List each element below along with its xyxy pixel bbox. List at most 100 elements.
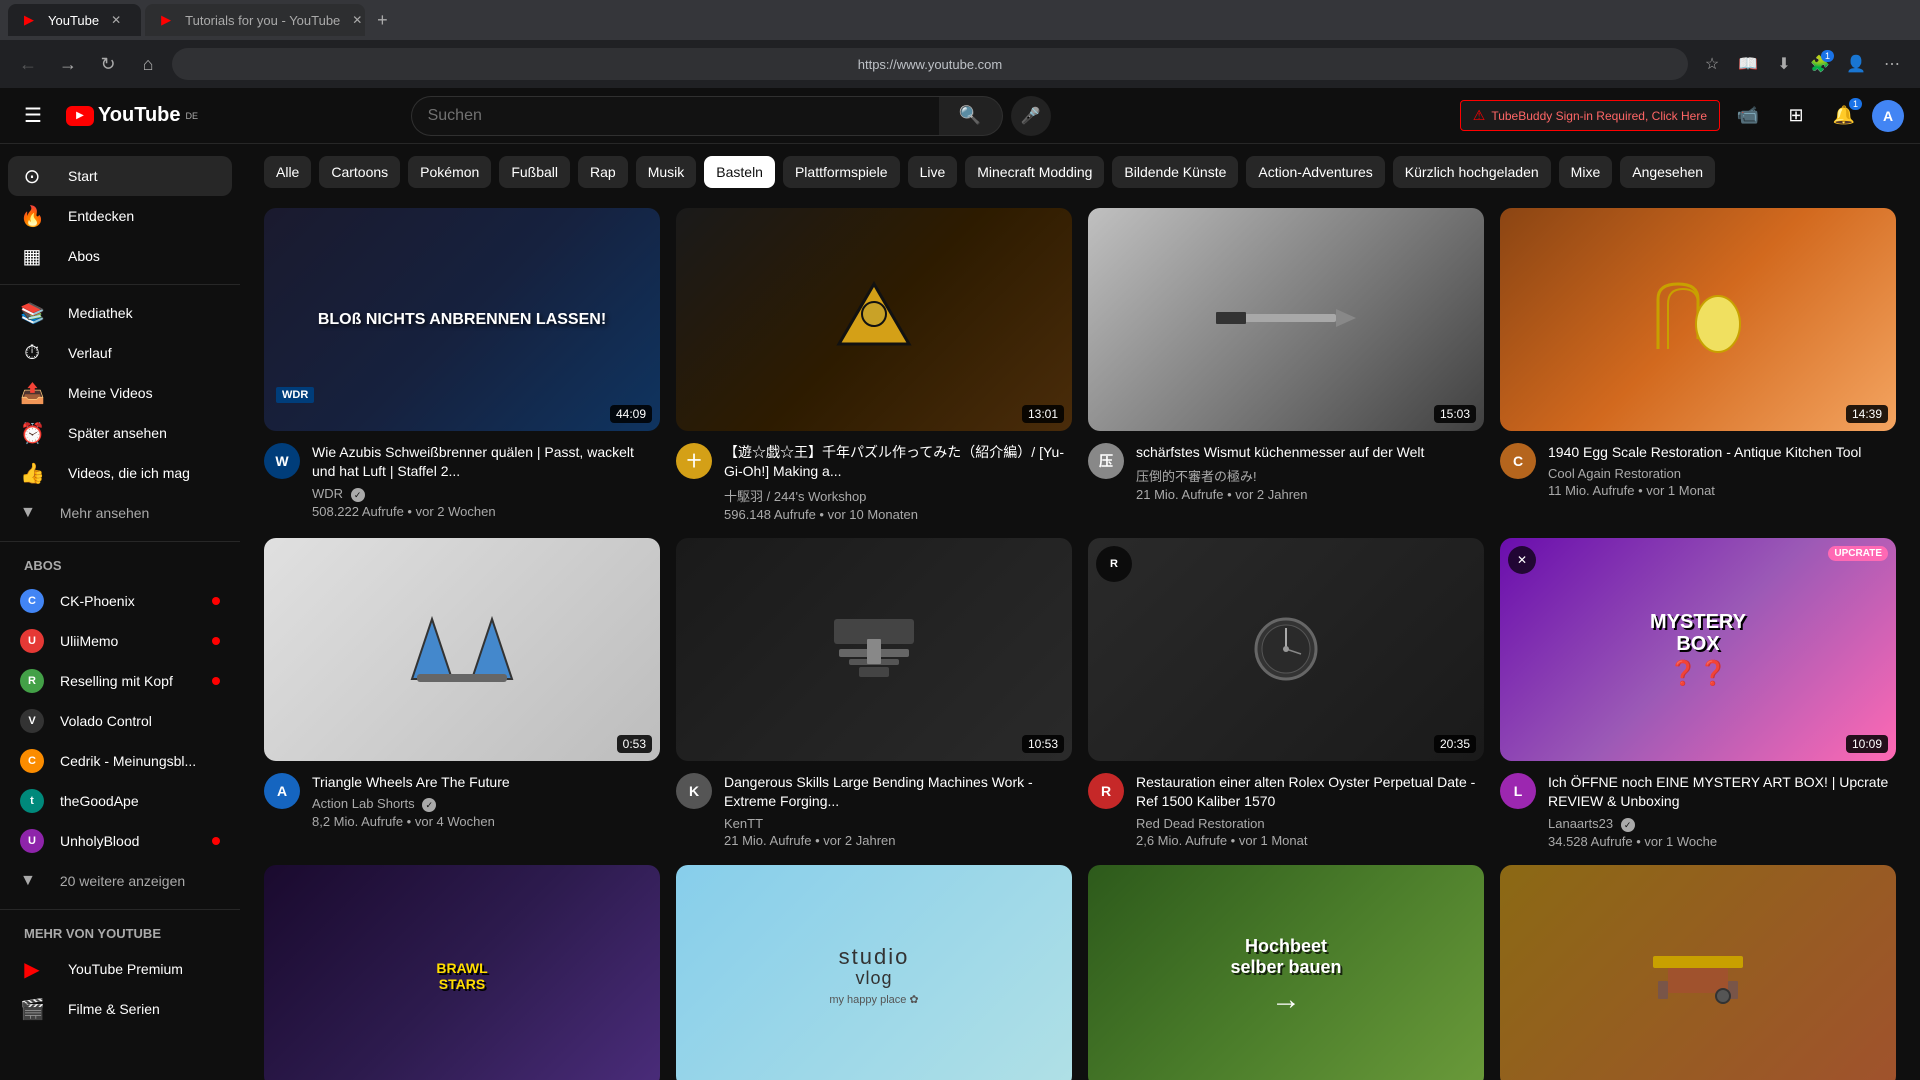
channel-label-cedrik: Cedrik - Meinungsbl...: [60, 753, 196, 769]
thumb-text-v7: [1088, 538, 1484, 761]
downloads-button[interactable]: ⬇: [1768, 48, 1800, 80]
chip-mixe[interactable]: Mixe: [1559, 156, 1613, 188]
extensions-button[interactable]: 🧩 1: [1804, 48, 1836, 80]
sidebar-label-entdecken: Entdecken: [68, 208, 134, 224]
home-button[interactable]: ⌂: [132, 48, 164, 80]
sidebar-item-filme-serien[interactable]: 🎬 Filme & Serien: [8, 989, 232, 1029]
sidebar-channel-volado[interactable]: V Volado Control: [8, 701, 232, 741]
thumb-text-v1: BLOß NICHTS ANBRENNEN LASSEN!: [264, 208, 660, 431]
video-duration-v4: 14:39: [1846, 405, 1888, 423]
video-card-v2[interactable]: 13:01 十 【遊☆戯☆王】千年パズル作ってみた（紹介編）/ [Yu-Gi-O…: [676, 208, 1072, 522]
channel-name-v5: Action Lab Shorts ✓: [312, 796, 660, 812]
video-thumbnail-v1: BLOß NICHTS ANBRENNEN LASSEN! WDR 44:09: [264, 208, 660, 431]
show-more-label: Mehr ansehen: [60, 505, 150, 521]
video-card-v12[interactable]: H Holzbearbeitung Projekt Holz Workshop …: [1500, 865, 1896, 1080]
search-input[interactable]: [411, 96, 939, 136]
sidebar-item-liked[interactable]: 👍 Videos, die ich mag: [8, 453, 232, 493]
video-thumbnail-v9: BRAWLSTARS: [264, 865, 660, 1080]
tubebuddy-banner[interactable]: ⚠ TubeBuddy Sign-in Required, Click Here: [1460, 100, 1720, 131]
sidebar-channel-cedrik[interactable]: C Cedrik - Meinungsbl...: [8, 741, 232, 781]
notifications-button[interactable]: 🔔 1: [1824, 96, 1864, 136]
browser-menu-button[interactable]: ⋯: [1876, 48, 1908, 80]
channel-name-v7: Red Dead Restoration: [1136, 816, 1484, 831]
sidebar-item-meine-videos[interactable]: 📤 Meine Videos: [8, 373, 232, 413]
video-info-v6: K Dangerous Skills Large Bending Machine…: [676, 773, 1072, 848]
reload-button[interactable]: ↻: [92, 48, 124, 80]
sidebar-item-yt-premium[interactable]: ▶ YouTube Premium: [8, 949, 232, 989]
thumb-text-v11: Hochbeetselber bauen →: [1088, 865, 1484, 1080]
youtube-logo[interactable]: YouTubeDE: [66, 104, 198, 127]
chip-bildende-kuenste[interactable]: Bildende Künste: [1112, 156, 1238, 188]
tab-close-btn[interactable]: ✕: [107, 11, 125, 29]
user-avatar-button[interactable]: A: [1872, 100, 1904, 132]
video-create-button[interactable]: 📹: [1728, 96, 1768, 136]
sidebar-item-mediathek[interactable]: 📚 Mediathek: [8, 293, 232, 333]
video-duration-v2: 13:01: [1022, 405, 1064, 423]
sidebar-channel-thegoodape[interactable]: t theGoodApe: [8, 781, 232, 821]
video-details-v2: 【遊☆戯☆王】千年パズル作ってみた（紹介編）/ [Yu-Gi-Oh!] Maki…: [724, 443, 1072, 522]
sidebar-item-start[interactable]: ⊙ Start: [8, 156, 232, 196]
chip-live[interactable]: Live: [908, 156, 958, 188]
chip-rap[interactable]: Rap: [578, 156, 628, 188]
video-info-v2: 十 【遊☆戯☆王】千年パズル作ってみた（紹介編）/ [Yu-Gi-Oh!] Ma…: [676, 443, 1072, 522]
channel-dot-ulii: [212, 637, 220, 645]
chip-fussball[interactable]: Fußball: [499, 156, 570, 188]
sidebar-channel-unholyblood[interactable]: U UnholyBlood: [8, 821, 232, 861]
profile-button[interactable]: 👤: [1840, 48, 1872, 80]
bookmark-button[interactable]: ☆: [1696, 48, 1728, 80]
video-card-v10[interactable]: studio vlog my happy place ✿ S studio vl…: [676, 865, 1072, 1080]
sidebar-channel-reselling[interactable]: R Reselling mit Kopf: [8, 661, 232, 701]
sidebar-item-spaeter-ansehen[interactable]: ⏰ Später ansehen: [8, 413, 232, 453]
sidebar-show-more-channels[interactable]: ▼ 20 weitere anzeigen: [8, 861, 232, 901]
sidebar-show-more[interactable]: ▼ Mehr ansehen: [8, 493, 232, 533]
chevron-down-icon-2: ▼: [20, 872, 36, 890]
sidebar-item-entdecken[interactable]: 🔥 Entdecken: [8, 196, 232, 236]
sidebar-label-verlauf: Verlauf: [68, 345, 112, 361]
chip-basteln[interactable]: Basteln: [704, 156, 775, 188]
video-card-v8[interactable]: MYSTERYBOX ❓❓ UPCRATE ✕ 10:09 L: [1500, 538, 1896, 849]
new-tab-button[interactable]: +: [369, 6, 396, 35]
chip-kuerzlich[interactable]: Kürzlich hochgeladen: [1393, 156, 1551, 188]
video-card-v1[interactable]: BLOß NICHTS ANBRENNEN LASSEN! WDR 44:09 …: [264, 208, 660, 522]
chip-musik[interactable]: Musik: [636, 156, 697, 188]
search-button[interactable]: 🔍: [939, 96, 1003, 136]
forward-button[interactable]: →: [52, 48, 84, 80]
chip-minecraft[interactable]: Minecraft Modding: [965, 156, 1104, 188]
tab-favicon: ▶: [24, 12, 40, 28]
video-title-v4: 1940 Egg Scale Restoration - Antique Kit…: [1548, 443, 1896, 463]
menu-button[interactable]: ☰: [16, 95, 50, 136]
video-details-v5: Triangle Wheels Are The Future Action La…: [312, 773, 660, 830]
tab-tutorials[interactable]: ▶ Tutorials for you - YouTube ✕: [145, 4, 365, 36]
reader-button[interactable]: 📖: [1732, 48, 1764, 80]
chip-plattformspiele[interactable]: Plattformspiele: [783, 156, 900, 188]
video-card-v9[interactable]: BRAWLSTARS B Brawl Stars Gameplay BrawlS…: [264, 865, 660, 1080]
sidebar-item-verlauf[interactable]: ⏱ Verlauf: [8, 333, 232, 373]
video-card-v11[interactable]: Hochbeetselber bauen → G Hochbeet selber…: [1088, 865, 1484, 1080]
apps-button[interactable]: ⊞: [1776, 96, 1816, 136]
chip-action[interactable]: Action-Adventures: [1246, 156, 1384, 188]
video-card-v7[interactable]: R 20:35 R Restauration einer alten Rolex…: [1088, 538, 1484, 849]
video-card-v6[interactable]: 10:53 K Dangerous Skills Large Bending M…: [676, 538, 1072, 849]
back-button[interactable]: ←: [12, 48, 44, 80]
video-grid: BLOß NICHTS ANBRENNEN LASSEN! WDR 44:09 …: [264, 208, 1896, 1080]
chip-cartoons[interactable]: Cartoons: [319, 156, 400, 188]
sidebar-channel-uliimemo[interactable]: U UliiMemo: [8, 621, 232, 661]
tab-close-btn-2[interactable]: ✕: [348, 11, 365, 29]
video-card-v5[interactable]: 0:53 A Triangle Wheels Are The Future Ac…: [264, 538, 660, 849]
channel-label-ulii: UliiMemo: [60, 633, 118, 649]
video-duration-v3: 15:03: [1434, 405, 1476, 423]
tab-youtube-home[interactable]: ▶ YouTube ✕: [8, 4, 141, 36]
sidebar-item-abos[interactable]: ▦ Abos: [8, 236, 232, 276]
chip-angesehen[interactable]: Angesehen: [1620, 156, 1715, 188]
video-details-v8: Ich ÖFFNE noch EINE MYSTERY ART BOX! | U…: [1548, 773, 1896, 849]
sidebar-channel-ck-phoenix[interactable]: C CK-Phoenix: [8, 581, 232, 621]
video-card-v3[interactable]: 15:03 压 schärfstes Wismut küchenmesser a…: [1088, 208, 1484, 522]
video-details-v3: schärfstes Wismut küchenmesser auf der W…: [1136, 443, 1484, 503]
voice-search-button[interactable]: 🎤: [1011, 96, 1051, 136]
chip-alle[interactable]: Alle: [264, 156, 311, 188]
video-title-v8: Ich ÖFFNE noch EINE MYSTERY ART BOX! | U…: [1548, 773, 1896, 812]
video-title-v1: Wie Azubis Schweißbrenner quälen | Passt…: [312, 443, 660, 482]
chip-pokemon[interactable]: Pokémon: [408, 156, 491, 188]
address-bar[interactable]: https://www.youtube.com: [172, 48, 1688, 80]
video-card-v4[interactable]: 14:39 C 1940 Egg Scale Restoration - Ant…: [1500, 208, 1896, 522]
